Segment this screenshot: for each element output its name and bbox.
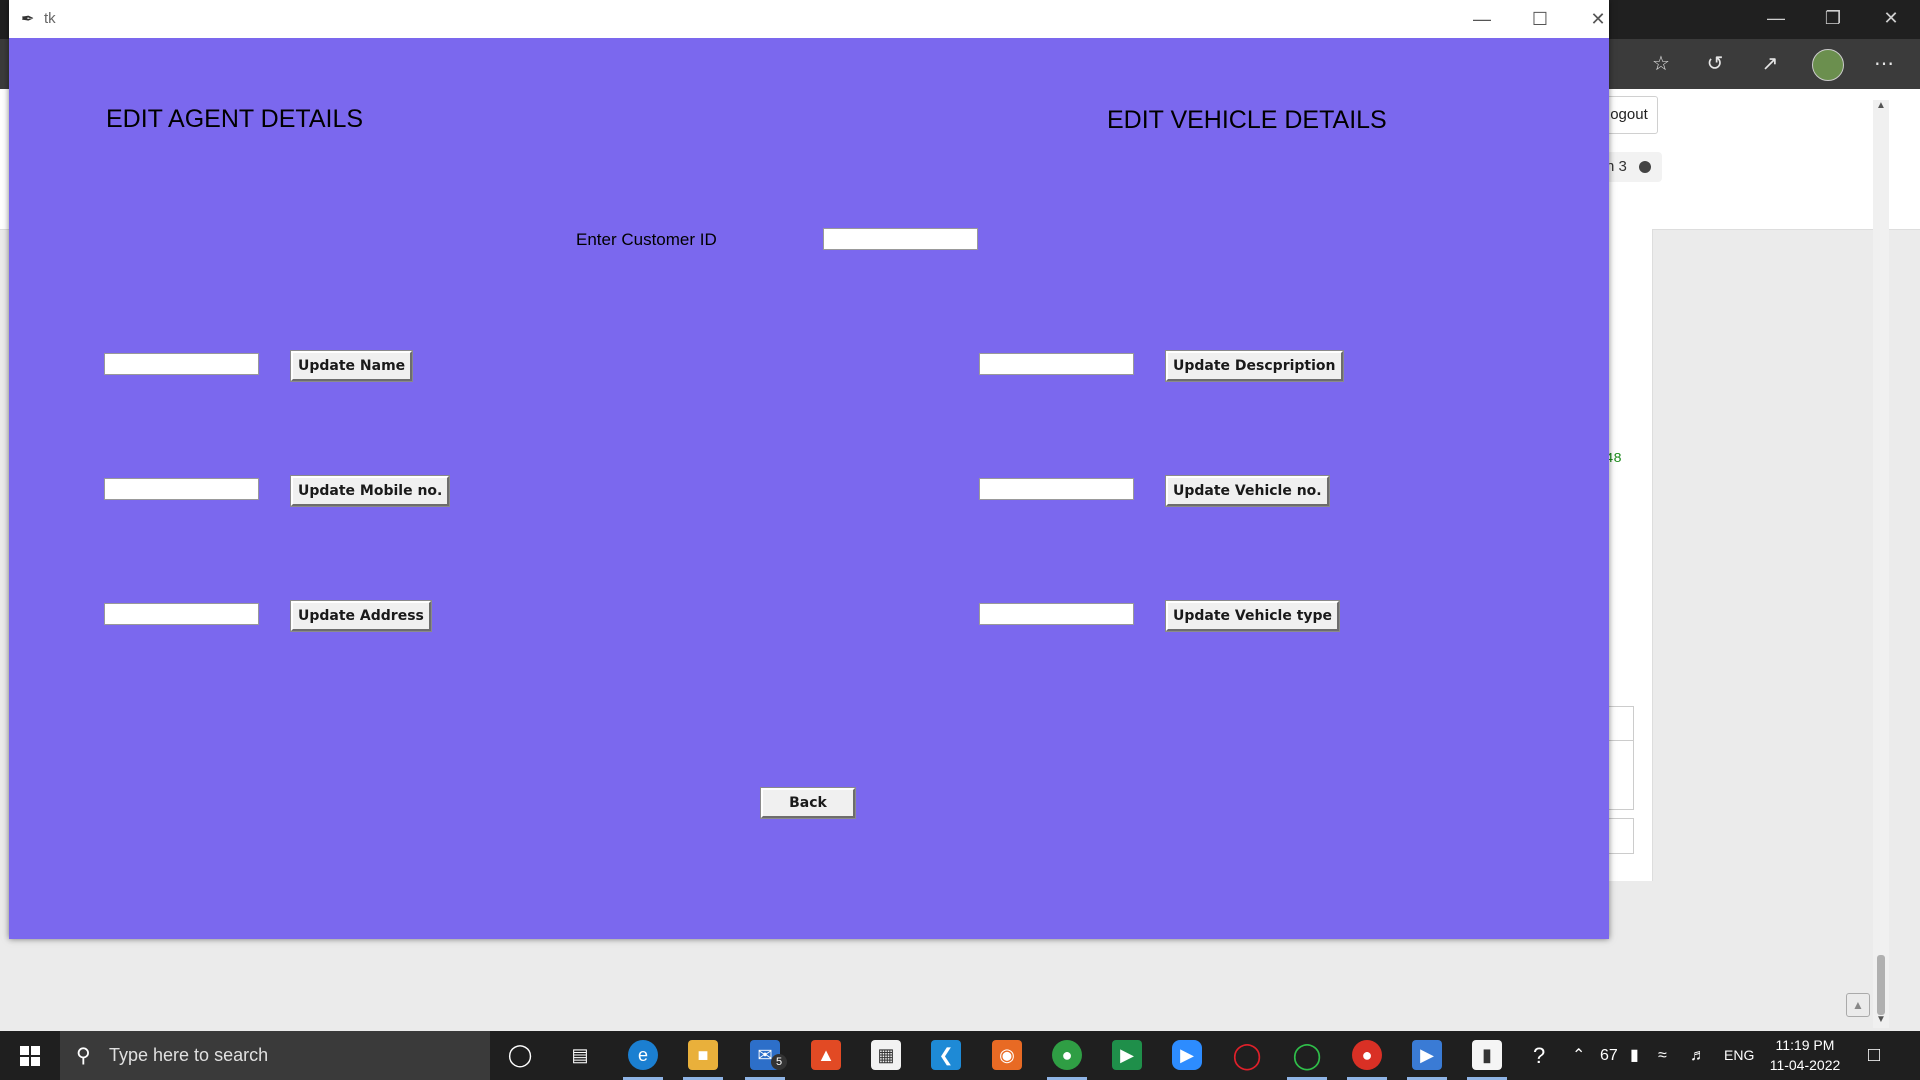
update-vehicle-type-button[interactable]: Update Vehicle type	[1164, 600, 1341, 632]
agent-mobile-input[interactable]	[104, 478, 259, 500]
battery-icon[interactable]: ▮	[1630, 1031, 1639, 1080]
app-icon[interactable]: ◉	[992, 1040, 1022, 1070]
share-icon[interactable]: ↗	[1757, 51, 1783, 77]
taskbar-search-box[interactable]: ⚲ Type here to search	[60, 1031, 490, 1080]
tk-feather-icon: ✒	[21, 11, 35, 28]
windows-logo-icon	[20, 1057, 29, 1066]
chrome-profile-icon[interactable]: ●	[1352, 1040, 1382, 1070]
vehicle-description-input[interactable]	[979, 353, 1134, 375]
windows-taskbar: ⚲ Type here to search ◯ ▤ e ■ ✉ 5 ▲ ▦ ❮ …	[0, 1031, 1920, 1080]
windows-logo-icon	[20, 1046, 29, 1055]
windows-logo-icon	[31, 1046, 40, 1055]
agent-address-input[interactable]	[104, 603, 259, 625]
language-indicator[interactable]: ENG	[1724, 1031, 1754, 1080]
tk-titlebar: ✒ tk — ☐ ✕	[9, 0, 1609, 38]
page-pill[interactable]: n 3	[1606, 152, 1662, 182]
windows-logo-icon	[31, 1057, 40, 1066]
agent-name-input[interactable]	[104, 353, 259, 375]
meet-icon[interactable]: ▶	[1112, 1040, 1142, 1070]
notepad-icon[interactable]: ▮	[1472, 1040, 1502, 1070]
update-mobile-button[interactable]: Update Mobile no.	[289, 475, 451, 507]
customer-id-input[interactable]	[823, 228, 978, 250]
clock-time: 11:19 PM	[1775, 1037, 1835, 1053]
vehicle-heading: EDIT VEHICLE DETAILS	[1107, 106, 1387, 134]
chrome-icon[interactable]: ●	[1052, 1040, 1082, 1070]
vehicle-type-input[interactable]	[979, 603, 1134, 625]
update-vehicle-no-button[interactable]: Update Vehicle no.	[1165, 475, 1330, 507]
maximize-icon[interactable]: ☐	[1511, 0, 1569, 38]
tk-window: ✒ tk — ☐ ✕ EDIT AGENT DETAILS EDIT VEHIC…	[9, 0, 1609, 939]
agent-heading: EDIT AGENT DETAILS	[106, 105, 364, 133]
customer-id-label: Enter Customer ID	[576, 230, 717, 249]
update-address-button[interactable]: Update Address	[290, 600, 432, 632]
back-button[interactable]: Back	[760, 787, 856, 819]
battery-percent: 67	[1600, 1047, 1618, 1064]
history-icon[interactable]: ↺	[1702, 51, 1728, 77]
cortana-icon[interactable]: ◯	[505, 1040, 535, 1070]
help-icon[interactable]: ?	[1533, 1031, 1545, 1080]
background-box	[1608, 818, 1634, 854]
pill-label: n 3	[1606, 158, 1627, 175]
favorites-star-icon[interactable]: ☆	[1648, 51, 1674, 77]
vehicle-number-input[interactable]	[979, 478, 1134, 500]
mail-badge: 5	[771, 1054, 787, 1070]
task-view-icon[interactable]: ▤	[565, 1040, 595, 1070]
notifications-icon[interactable]: □	[1868, 1031, 1880, 1080]
search-icon: ⚲	[76, 1045, 91, 1067]
opera-icon[interactable]: ◯	[1232, 1040, 1262, 1070]
tk-body: EDIT AGENT DETAILS EDIT VEHICLE DETAILS …	[9, 38, 1609, 939]
search-placeholder: Type here to search	[109, 1045, 269, 1065]
back-to-top-icon[interactable]: ▲	[1846, 993, 1870, 1017]
window-title: tk	[44, 10, 56, 27]
update-description-button[interactable]: Update Descpription	[1165, 350, 1344, 382]
wifi-icon[interactable]: ≈	[1658, 1031, 1667, 1080]
clock-date: 11-04-2022	[1769, 1057, 1841, 1073]
background-box	[1608, 740, 1634, 810]
close-icon[interactable]: ✕	[1569, 0, 1627, 38]
file-explorer-icon[interactable]: ■	[688, 1040, 718, 1070]
scroll-down-arrow-icon[interactable]: ▼	[1873, 1014, 1889, 1025]
profile-avatar[interactable]	[1812, 49, 1844, 81]
clock[interactable]: 11:19 PM 11-04-2022	[1760, 1035, 1850, 1075]
browser-scrollbar[interactable]: ▲ ▼	[1873, 100, 1889, 1028]
background-box	[1608, 706, 1634, 742]
more-menu-icon[interactable]: ⋯	[1871, 51, 1897, 77]
store-icon[interactable]: ▦	[871, 1040, 901, 1070]
browser-close-icon[interactable]: ✕	[1871, 8, 1911, 29]
start-button[interactable]	[0, 1031, 60, 1080]
scroll-thumb[interactable]	[1877, 955, 1885, 1015]
media-app-icon[interactable]: ▶	[1412, 1040, 1442, 1070]
chevron-up-icon[interactable]: ⌃	[1572, 1031, 1585, 1080]
vscode-icon[interactable]: ❮	[931, 1040, 961, 1070]
update-name-button[interactable]: Update Name	[289, 350, 414, 382]
minimize-icon[interactable]: —	[1453, 0, 1511, 38]
brave-browser-icon[interactable]: ▲	[811, 1040, 841, 1070]
scroll-up-arrow-icon[interactable]: ▲	[1873, 100, 1889, 111]
browser-minimize-icon[interactable]: —	[1756, 8, 1796, 29]
edge-browser-icon[interactable]: e	[628, 1040, 658, 1070]
volume-icon[interactable]: ♬	[1690, 1031, 1706, 1080]
zoom-icon[interactable]: ▶	[1172, 1040, 1202, 1070]
dot-icon	[1638, 161, 1651, 174]
browser-restore-icon[interactable]: ❐	[1813, 8, 1853, 29]
loading-app-icon[interactable]: ◯	[1292, 1040, 1322, 1070]
